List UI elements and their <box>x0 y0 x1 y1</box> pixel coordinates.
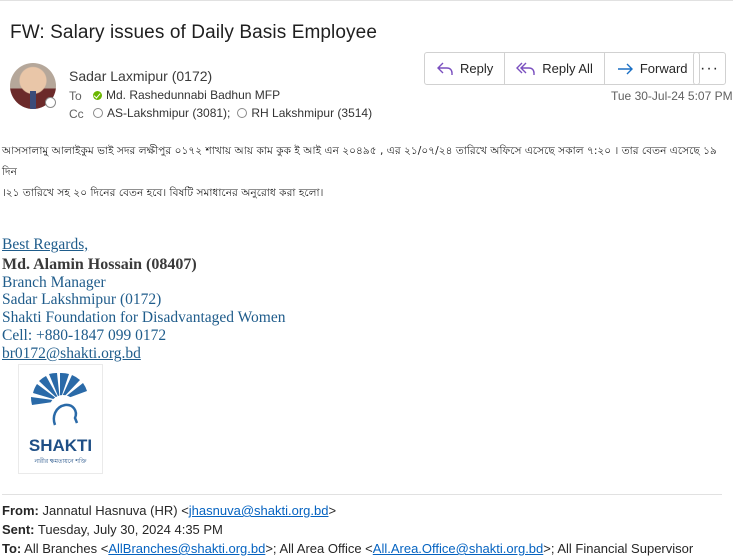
signature-name: Md. Alamin Hossain (08407) <box>2 256 197 273</box>
available-status-icon <box>93 90 102 100</box>
forwarded-to: To: All Branches <AllBranches@shakti.org… <box>2 541 693 556</box>
to-prefix: All Branches < <box>24 541 109 556</box>
cc-recipient[interactable]: RH Lakshmipur (3514) <box>251 106 372 120</box>
unknown-status-icon <box>237 108 248 118</box>
forward-icon <box>617 63 633 74</box>
sent-date: Tuesday, July 30, 2024 4:35 PM <box>37 522 223 537</box>
to-label: To <box>69 89 82 103</box>
presence-status-icon <box>45 97 56 108</box>
body-line: ।২১ তারিখে সহ ২০ দিনের বেতন হবে। বিষটি স… <box>2 187 324 199</box>
reply-button[interactable]: Reply <box>425 53 506 84</box>
response-toolbar: Reply Reply All Forward <box>424 52 700 85</box>
shakti-logo: SHAKTI নারীর ক্ষমতায়নে শক্তি <box>18 364 103 474</box>
shakti-logo-mark <box>30 372 87 426</box>
avatar-figure <box>30 91 36 109</box>
cc-label: Cc <box>69 107 84 121</box>
signature-branch: Sadar Lakshmipur (0172) <box>2 291 162 308</box>
forward-button[interactable]: Forward <box>605 53 699 84</box>
forwarded-to-label: To: <box>2 541 22 556</box>
forwarded-sent: Sent: Tuesday, July 30, 2024 4:35 PM <box>2 522 223 537</box>
reply-all-button[interactable]: Reply All <box>505 53 605 84</box>
reply-all-label: Reply All <box>542 61 593 76</box>
sender-name[interactable]: Sadar Laxmipur (0172) <box>69 68 212 84</box>
reply-all-icon <box>516 62 535 75</box>
from-end: > <box>328 503 337 518</box>
cc-recipients[interactable]: AS-Lakshmipur (3081); RH Lakshmipur (351… <box>93 106 372 120</box>
to-recipient[interactable]: Md. Rashedunnabi Badhun MFP <box>106 88 280 102</box>
signature-cell: Cell: +880-1847 099 0172 <box>2 327 167 344</box>
cc-recipient[interactable]: AS-Lakshmipur (3081); <box>107 106 230 120</box>
forward-label: Forward <box>639 61 688 76</box>
body-line: আসসালামু আলাইকুম ভাই সদর লক্ষীপুর ০১৭২ শ… <box>2 145 717 178</box>
more-actions-button[interactable]: ··· <box>693 52 726 85</box>
signature-title: Branch Manager <box>2 274 106 291</box>
to-suffix: >; All Financial Supervisor <box>543 541 694 556</box>
to-email-link[interactable]: All.Area.Office@shakti.org.bd <box>373 541 543 556</box>
logo-wordmark: SHAKTI <box>28 436 93 455</box>
logo-tagline: নারীর ক্ষমতায়নে শক্তি <box>34 459 87 465</box>
sent-label: Sent: <box>2 522 35 537</box>
received-date: Tue 30-Jul-24 5:07 PM <box>611 89 733 103</box>
unknown-status-icon <box>93 108 103 118</box>
window-top-border <box>0 0 733 5</box>
to-mid: >; All Area Office < <box>265 541 373 556</box>
signature-email-link[interactable]: br0172@shakti.org.bd <box>2 345 141 363</box>
more-icon: ··· <box>700 59 719 77</box>
signature-org: Shakti Foundation for Disadvantaged Wome… <box>2 309 286 326</box>
forward-divider <box>2 494 722 495</box>
email-subject: FW: Salary issues of Daily Basis Employe… <box>10 22 377 43</box>
from-name: Jannatul Hasnuva (HR) < <box>42 503 189 518</box>
message-body: আসসালামু আলাইকুম ভাই সদর লক্ষীপুর ০১৭২ শ… <box>2 141 730 204</box>
from-label: From: <box>2 503 39 518</box>
reply-icon <box>437 62 453 75</box>
signature-regards: Best Regards, <box>2 236 89 253</box>
forwarded-from: From: Jannatul Hasnuva (HR) <jhasnuva@sh… <box>2 503 336 518</box>
to-recipients[interactable]: Md. Rashedunnabi Badhun MFP <box>93 88 280 102</box>
from-email-link[interactable]: jhasnuva@shakti.org.bd <box>189 503 329 518</box>
reply-label: Reply <box>460 61 494 76</box>
to-email-link[interactable]: AllBranches@shakti.org.bd <box>108 541 265 556</box>
